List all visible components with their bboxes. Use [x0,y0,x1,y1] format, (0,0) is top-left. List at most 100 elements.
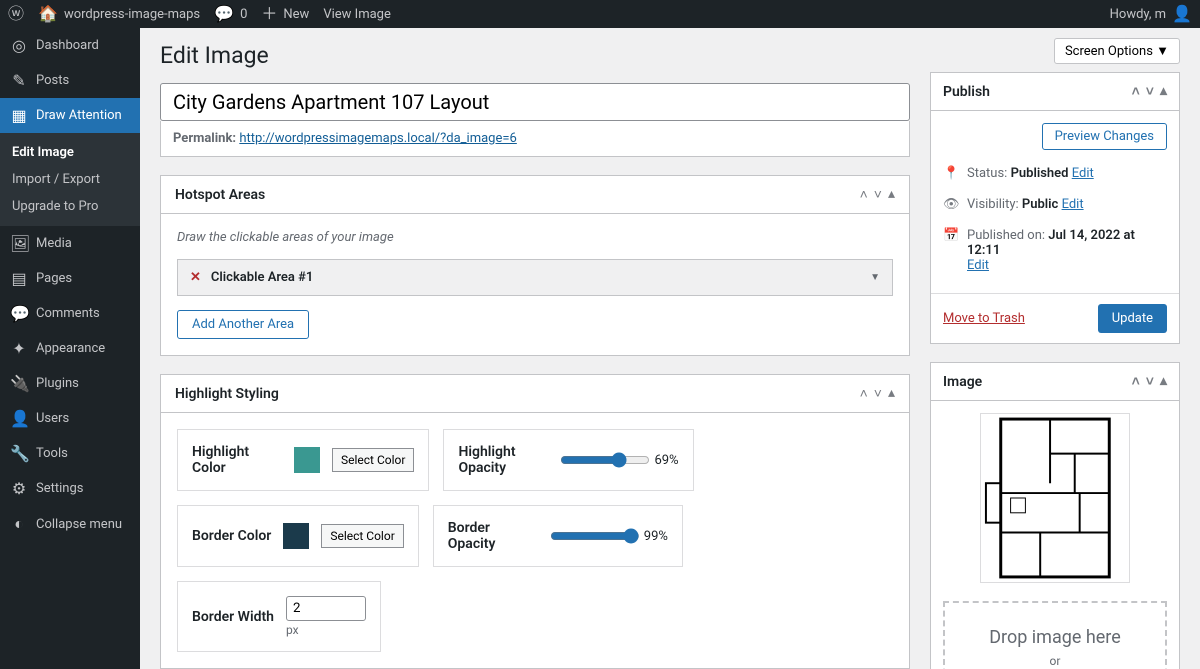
highlight-opacity-card: Highlight Opacity 69% [443,429,693,491]
border-width-label: Border Width [192,609,274,625]
publish-box: Publish ˄ ˅ ▴ Preview Changes 📍 Status: … [930,72,1180,344]
wp-logo-link[interactable]: ⓦ [8,6,24,22]
highlight-opacity-slider[interactable] [560,452,650,468]
settings-icon: ⚙ [10,479,28,498]
sidebar-item-media[interactable]: 🖼Media [0,226,140,261]
highlight-opacity-value: 69% [654,453,678,468]
highlight-color-swatch[interactable] [294,447,320,473]
highlight-color-card: Highlight Color Select Color [177,429,429,491]
image-box: Image ˄ ˅ ▴ [930,362,1180,669]
border-width-card: Border Width px [177,581,381,652]
pages-icon: ▤ [10,269,28,288]
chevron-up-icon[interactable]: ˄ [1132,373,1140,390]
pin-icon: 📍 [943,166,959,181]
submenu-edit-image[interactable]: Edit Image [0,139,140,166]
site-link[interactable]: 🏠wordpress-image-maps [38,6,200,22]
visibility-value: Public [1022,197,1058,212]
draw-attention-submenu: Edit Image Import / Export Upgrade to Pr… [0,133,140,226]
sidebar-item-plugins[interactable]: 🔌Plugins [0,366,140,401]
sidebar-item-pages[interactable]: ▤Pages [0,261,140,296]
submenu-upgrade[interactable]: Upgrade to Pro [0,193,140,220]
chevron-down-icon[interactable]: ˅ [874,385,882,402]
chevron-up-icon[interactable]: ˄ [1132,83,1140,100]
submenu-import-export[interactable]: Import / Export [0,166,140,193]
sidebar-item-dashboard[interactable]: ◎Dashboard [0,28,140,63]
dropzone-text: Drop image here [955,627,1155,648]
account-link[interactable]: Howdy, m👤 [1110,6,1192,22]
sidebar-item-appearance[interactable]: ✦Appearance [0,331,140,366]
triangle-up-icon[interactable]: ▴ [888,385,895,402]
admin-bar: ⓦ 🏠wordpress-image-maps 💬0 ＋New View Ima… [0,0,1200,28]
permalink-link[interactable]: http://wordpressimagemaps.local/?da_imag… [239,131,517,146]
preview-changes-button[interactable]: Preview Changes [1042,123,1167,150]
clickable-area-title: Clickable Area #1 [211,270,860,285]
update-button[interactable]: Update [1098,304,1167,333]
dashboard-icon: ◎ [10,36,28,55]
border-width-unit: px [286,623,366,637]
permalink-row: Permalink: http://wordpressimagemaps.loc… [160,121,910,157]
page-title: Edit Image [160,42,910,69]
publish-heading: Publish [943,84,990,100]
chevron-up-icon[interactable]: ˄ [860,186,868,203]
floorplan-thumbnail[interactable] [980,413,1130,583]
styling-heading: Highlight Styling [175,386,279,402]
visibility-label: Visibility: [967,197,1019,212]
border-opacity-value: 99% [644,529,668,544]
chevron-up-icon[interactable]: ˄ [860,385,868,402]
dropzone-or: or [955,654,1155,668]
clickable-area-row[interactable]: ✕ Clickable Area #1 ▼ [177,259,893,296]
highlight-opacity-label: Highlight Opacity [458,444,548,476]
border-color-card: Border Color Select Color [177,505,419,567]
plugins-icon: 🔌 [10,374,28,393]
sidebar-collapse[interactable]: ◐Collapse menu [0,506,140,542]
border-color-swatch[interactable] [283,523,309,549]
date-label: Published on: [967,228,1045,243]
chevron-down-icon[interactable]: ˅ [1146,83,1154,100]
media-icon: 🖼 [10,234,28,253]
sidebar-item-users[interactable]: 👤Users [0,401,140,436]
expand-area-icon[interactable]: ▼ [870,272,880,283]
edit-visibility-link[interactable]: Edit [1062,197,1084,212]
move-to-trash-link[interactable]: Move to Trash [943,311,1025,326]
highlight-styling-box: Highlight Styling ˄ ˅ ▴ Highlight Color … [160,374,910,669]
view-image-link[interactable]: View Image [323,7,391,22]
draw-attention-icon: ▦ [10,106,28,125]
admin-sidebar: ◎Dashboard ✎Posts ▦Draw Attention Edit I… [0,28,140,669]
sidebar-item-posts[interactable]: ✎Posts [0,63,140,98]
chevron-down-icon[interactable]: ˅ [1146,373,1154,390]
border-opacity-slider[interactable] [550,528,640,544]
hotspot-hint: Draw the clickable areas of your image [177,230,893,245]
comment-icon: 💬 [214,6,234,22]
sidebar-item-settings[interactable]: ⚙Settings [0,471,140,506]
border-opacity-label: Border Opacity [448,520,538,552]
edit-status-link[interactable]: Edit [1072,166,1094,181]
remove-area-icon[interactable]: ✕ [190,270,201,285]
add-area-button[interactable]: Add Another Area [177,310,309,339]
edit-date-link[interactable]: Edit [967,258,989,273]
triangle-up-icon[interactable]: ▴ [1160,373,1167,390]
sidebar-item-draw-attention[interactable]: ▦Draw Attention [0,98,140,133]
select-border-color-button[interactable]: Select Color [321,524,403,548]
sidebar-item-tools[interactable]: 🔧Tools [0,436,140,471]
comments-count: 0 [240,7,247,22]
sidebar-item-comments[interactable]: 💬Comments [0,296,140,331]
new-label: New [283,7,309,22]
border-opacity-card: Border Opacity 99% [433,505,683,567]
triangle-up-icon[interactable]: ▴ [888,186,895,203]
select-highlight-color-button[interactable]: Select Color [332,448,414,472]
hotspot-heading: Hotspot Areas [175,187,265,203]
tools-icon: 🔧 [10,444,28,463]
triangle-up-icon[interactable]: ▴ [1160,83,1167,100]
hotspot-areas-box: Hotspot Areas ˄ ˅ ▴ Draw the clickable a… [160,175,910,356]
permalink-label: Permalink: [173,131,236,146]
chevron-down-icon[interactable]: ˅ [874,186,882,203]
image-dropzone[interactable]: Drop image here or [943,601,1167,669]
users-icon: 👤 [10,409,28,428]
screen-options-button[interactable]: Screen Options ▼ [1054,38,1180,64]
wordpress-icon: ⓦ [8,6,24,22]
post-title-input[interactable] [160,83,910,121]
new-link[interactable]: ＋New [261,6,309,22]
border-width-input[interactable] [286,596,366,621]
comments-link[interactable]: 💬0 [214,6,247,22]
home-icon: 🏠 [38,6,58,22]
